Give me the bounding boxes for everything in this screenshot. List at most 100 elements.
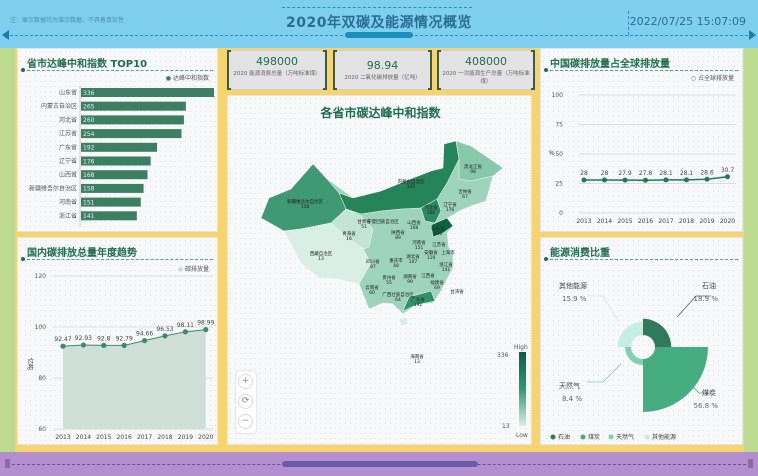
region-value: 151 — [415, 245, 424, 251]
region-label: 辽宁省 — [443, 201, 457, 208]
legend-marker — [644, 434, 650, 440]
region-label: 陕西省 — [391, 229, 405, 236]
region-label: 江苏省 — [432, 241, 446, 248]
data-label: 28 — [601, 170, 609, 177]
bar-value-label: 158 — [83, 186, 95, 193]
y-tick-label: 100 — [35, 324, 47, 331]
data-point — [663, 177, 669, 183]
y-tick-label: 25 — [555, 181, 563, 188]
data-label: 92.79 — [116, 335, 133, 342]
region-value: 98 — [470, 169, 476, 175]
region-label: 浙江省 — [439, 261, 453, 268]
data-label: 28 — [580, 170, 588, 177]
kpi-label: 2020 能源消费总量（万吨标准煤） — [233, 71, 321, 77]
region-label: 湖南省 — [403, 273, 417, 280]
legend-label: 天然气 — [616, 433, 634, 441]
pie-slice — [643, 318, 672, 347]
region-label: 西藏自治区 — [310, 250, 333, 257]
y-tick-label: 100 — [552, 92, 564, 99]
region-value: 60 — [369, 290, 375, 296]
data-label: 92.8 — [97, 335, 111, 342]
visualmap-min: 13 — [502, 423, 510, 430]
region-value: 67 — [462, 194, 468, 200]
header-bar: 注：展示数据均为演示数据，不具备真实性 2020年双碳及能源情况概览 2022/… — [0, 0, 758, 48]
data-label: 27.9 — [618, 170, 632, 177]
x-tick-label: 2015 — [617, 218, 632, 225]
china-map[interactable]: 黑龙江省98吉林省67辽宁省176内蒙古自治区265新疆维吾尔自治区158甘肃省… — [228, 96, 533, 446]
kpi-energy-production: 408000 2020 一次能源生产总量（万吨标准煤） — [437, 50, 535, 90]
region-label: 云南省 — [365, 284, 379, 291]
energy-mix-panel: 能源消费比重 石油 18.9 % 石油 煤炭 56.8 % 煤炭 天然气 8.4 % 天然气 其他… — [540, 237, 743, 445]
legend-marker — [550, 434, 556, 440]
region-label: 上海市 — [441, 249, 455, 256]
x-tick-label: 2020 — [720, 218, 735, 225]
left-strip — [0, 48, 15, 452]
data-point — [142, 338, 148, 344]
reset-view-button[interactable]: ⟳ — [238, 394, 253, 409]
region-label: 宁夏回族自治区 — [367, 218, 399, 225]
data-point — [203, 326, 209, 333]
legend-marker — [608, 434, 614, 440]
label-leader-line — [587, 363, 622, 383]
zoom-in-button[interactable]: + — [238, 374, 253, 389]
kpi-energy-consumption: 498000 2020 能源消费总量（万吨标准煤） — [227, 50, 327, 90]
slice-name: 煤炭 — [702, 388, 716, 397]
bar-value-label: 336 — [83, 90, 95, 97]
region-value: 99 — [407, 279, 413, 285]
bar-value-label: 265 — [83, 104, 95, 111]
bar — [81, 115, 184, 125]
datetime: 2022/07/25 15:07:09 — [629, 15, 746, 28]
region-label: 广东省 — [411, 296, 425, 303]
region-value: 336 — [434, 231, 443, 237]
footer-bar — [0, 452, 758, 476]
data-label: 98.99 — [197, 320, 214, 327]
kpi-co2-emission: 98.94 2020 二氧化碳排放量（亿吨） — [333, 50, 432, 90]
x-tick-label: 2014 — [597, 218, 612, 225]
region-label: 四川省 — [366, 258, 380, 265]
bar — [81, 129, 182, 139]
region-value: 265 — [407, 184, 416, 190]
slice-percent: 8.4 % — [562, 395, 582, 403]
region-value: 107 — [409, 259, 418, 265]
bar-chart: 山东省 336 内蒙古自治区 265 河北省 260 江苏省 254 广东省 192 辽宁省 176 山… — [29, 86, 214, 227]
region-label: 内蒙古自治区 — [398, 178, 425, 185]
data-point — [602, 177, 607, 183]
arrow-right-icon — [749, 30, 756, 40]
region-label: 河北省 — [424, 204, 438, 211]
right-strip — [744, 48, 758, 452]
kpi-label: 2020 一次能源生产总量（万吨标准煤） — [442, 71, 530, 85]
slice-name: 石油 — [702, 281, 716, 290]
x-tick-label: 2013 — [576, 218, 591, 225]
y-axis-label: % — [549, 150, 555, 157]
region-label: 安徽省 — [424, 249, 438, 256]
x-tick-label: 2019 — [178, 434, 193, 441]
region-value: 168 — [410, 225, 419, 231]
x-tick-label: 2018 — [157, 434, 172, 441]
bar — [81, 101, 186, 111]
x-tick-label: 2017 — [658, 218, 673, 225]
slice-name: 其他能源 — [559, 281, 587, 290]
data-point — [704, 176, 710, 182]
map-panel: 各省市碳达峰中和指数 黑龙江省 98 吉林省 67 辽宁省 176 内蒙古自治区 265 新疆维… — [227, 95, 532, 445]
region-label: 青海省 — [342, 230, 356, 237]
category-label: 广东省 — [59, 143, 77, 151]
bar-value-label: 151 — [83, 199, 95, 206]
x-tick-label: 2013 — [55, 434, 70, 441]
category-label: 内蒙古自治区 — [41, 102, 77, 110]
category-label: 山西省 — [59, 171, 77, 179]
y-tick-label: 120 — [35, 273, 47, 280]
x-tick-label: 2018 — [679, 218, 694, 225]
legend-label: 煤炭 — [588, 433, 600, 441]
visualmap-slider[interactable] — [519, 352, 526, 426]
data-point — [643, 177, 648, 183]
legend-label: 石油 — [558, 433, 570, 441]
zoom-out-button[interactable]: − — [238, 414, 253, 429]
slice-name: 天然气 — [559, 381, 580, 390]
line-chart: 0 25 50 75 100% 28 2013 28 2014 27.9 2015 27.8 2016 2… — [549, 92, 736, 225]
category-label: 新疆维吾尔自治区 — [29, 184, 77, 192]
pie-slice — [617, 321, 643, 347]
slice-percent: 56.8 % — [694, 402, 719, 410]
x-tick-label: 2014 — [76, 434, 91, 441]
pie-slice — [625, 347, 643, 365]
region-label: 重庆市 — [389, 257, 403, 264]
